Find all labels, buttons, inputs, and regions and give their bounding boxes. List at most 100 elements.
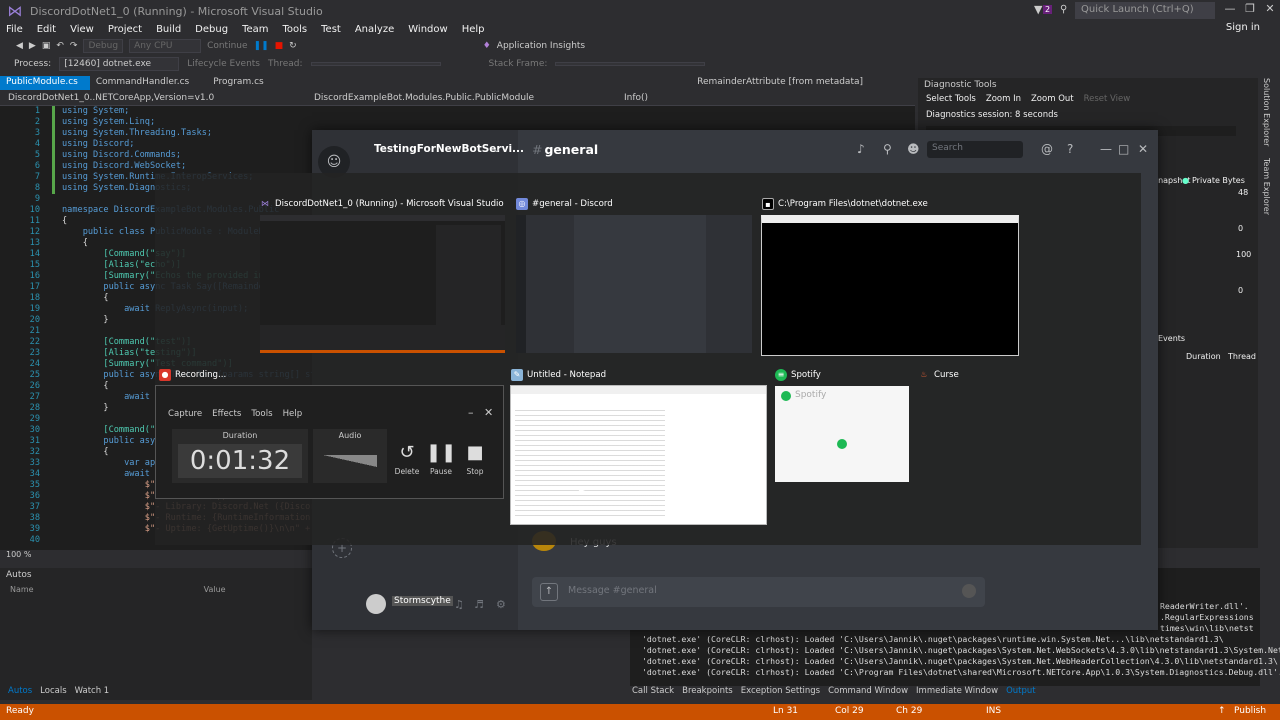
project-dropdown[interactable]: DiscordDotNet1_0..NETCoreApp,Version=v1.… [8,93,214,103]
redo-icon[interactable]: ↷ [70,41,78,51]
close-icon[interactable]: ✕ [1262,2,1278,18]
tab-call-stack[interactable]: Call Stack [632,686,674,700]
discord-maximize-icon[interactable]: □ [1118,142,1129,156]
upload-file-icon[interactable]: ↑ [540,583,558,601]
restore-icon[interactable]: ❐ [1242,2,1258,18]
tab-remainder-attribute[interactable]: RemainderAttribute [from metadata] [691,76,875,90]
mention-icon[interactable]: @ [1041,142,1053,156]
menu-effects[interactable]: Effects [212,409,241,419]
recorder-minimize-icon[interactable]: – [468,406,474,419]
menu-help[interactable]: Help [456,24,493,35]
line-number: 3 [34,128,40,138]
stop-debugging-icon[interactable]: ■ [275,41,284,51]
filter-icon[interactable]: ▼ [1034,3,1042,16]
minimize-icon[interactable]: — [1222,2,1238,18]
back-icon[interactable]: ◀ [16,41,23,51]
menu-help[interactable]: Help [283,409,303,419]
delete-button[interactable]: ↺ Delete [392,439,422,476]
lifecycle-events-button[interactable]: Lifecycle Events [187,59,260,69]
class-dropdown[interactable]: DiscordExampleBot.Modules.Public.PublicM… [314,93,534,103]
application-insights-button[interactable]: Application Insights [497,41,585,51]
message-input[interactable]: Message #general [532,577,985,607]
menu-capture[interactable]: Capture [168,409,202,419]
recorder-widget[interactable]: Capture Effects Tools Help – ✕ Duration … [155,385,504,499]
tab-watch-1[interactable]: Watch 1 [75,686,110,700]
mute-icon[interactable]: ♫ [454,598,464,611]
reset-view-button[interactable]: Reset View [1084,94,1131,104]
console-thumbnail[interactable] [761,215,1019,356]
members-icon[interactable]: ☻ [907,142,920,156]
discord-thumbnail[interactable] [516,215,752,353]
sign-in-link[interactable]: Sign in [1226,22,1260,33]
menu-build[interactable]: Build [150,24,189,35]
output-line: ReaderWriter.dll'. [1160,601,1249,611]
settings-gear-icon[interactable]: ⚙ [496,598,506,611]
continue-button[interactable]: Continue [207,41,247,51]
pin-icon[interactable]: ⚲ [883,142,892,156]
audio-level-meter[interactable] [323,455,377,467]
stop-button[interactable]: ■ Stop [460,439,490,476]
menu-edit[interactable]: Edit [31,24,64,35]
menu-window[interactable]: Window [402,24,455,35]
solution-explorer-tab[interactable]: Solution Explorer [1262,78,1271,146]
select-tools-button[interactable]: Select Tools [926,94,976,104]
process-select[interactable]: [12460] dotnet.exe [59,57,180,71]
column-duration[interactable]: Duration [1186,352,1221,361]
platform-select[interactable]: Any CPU [129,39,202,53]
menu-view[interactable]: View [64,24,102,35]
notepad-thumbnail[interactable] [510,385,767,525]
vs-thumbnail[interactable] [260,215,505,353]
menu-file[interactable]: File [0,24,31,35]
tab-immediate-window[interactable]: Immediate Window [916,686,998,700]
save-all-icon[interactable]: ▣ [42,41,51,51]
notification-count[interactable]: 2 [1043,5,1053,14]
restart-icon[interactable]: ↻ [289,41,297,51]
forward-icon[interactable]: ▶ [29,41,36,51]
menu-analyze[interactable]: Analyze [349,24,402,35]
discord-close-icon[interactable]: ✕ [1138,142,1148,156]
thread-select[interactable] [310,62,441,66]
zoom-in-button[interactable]: Zoom In [986,94,1021,104]
menu-tools[interactable]: Tools [251,409,272,419]
server-name[interactable]: TestingForNewBotServi... [374,143,524,155]
zoom-out-button[interactable]: Zoom Out [1031,94,1074,104]
quick-launch-input[interactable]: Quick Launch (Ctrl+Q) [1075,2,1215,19]
tab-autos[interactable]: Autos [8,686,32,700]
recorder-close-icon[interactable]: ✕ [484,406,493,419]
menu-team[interactable]: Team [236,24,276,35]
tab-breakpoints[interactable]: Breakpoints [682,686,733,700]
column-thread[interactable]: Thread [1228,352,1256,361]
discord-search-input[interactable]: Search [927,141,1023,158]
team-explorer-tab[interactable]: Team Explorer [1262,158,1271,215]
pause-button[interactable]: ❚❚ Pause [426,439,456,476]
menu-debug[interactable]: Debug [189,24,236,35]
menu-project[interactable]: Project [102,24,150,35]
emoji-icon[interactable] [962,584,976,598]
tab-exception-settings[interactable]: Exception Settings [741,686,820,700]
tab-output[interactable]: Output [1006,686,1036,700]
stack-frame-select[interactable] [555,62,706,66]
deafen-icon[interactable]: ♬ [474,598,484,611]
chevron-down-icon[interactable]: ⌄ [492,142,501,155]
tab-program[interactable]: Program.cs [207,76,275,90]
publish-button[interactable]: Publish [1234,706,1266,716]
tab-locals[interactable]: Locals [40,686,66,700]
user-avatar[interactable] [366,594,386,614]
menu-tools[interactable]: Tools [277,24,316,35]
discord-minimize-icon[interactable]: — [1100,142,1112,156]
menu-test[interactable]: Test [315,24,349,35]
undo-icon[interactable]: ↶ [56,41,64,51]
break-all-icon[interactable]: ❚❚ [254,41,269,51]
column-name[interactable]: Name [10,585,34,594]
bell-icon[interactable]: ♪ [857,142,865,156]
help-icon[interactable]: ? [1067,142,1073,156]
column-value[interactable]: Value [204,585,226,594]
events-tab[interactable]: Events [1158,334,1185,343]
member-dropdown[interactable]: Info() [624,93,648,103]
configuration-select[interactable]: Debug [83,39,124,53]
zoom-level-select[interactable]: 100 % [6,550,31,559]
tab-command-window[interactable]: Command Window [828,686,908,700]
spotify-thumbnail[interactable]: Spotify [775,386,909,482]
tab-commandhandler[interactable]: CommandHandler.cs [90,76,201,90]
tab-publicmodule[interactable]: PublicModule.cs [0,76,90,90]
